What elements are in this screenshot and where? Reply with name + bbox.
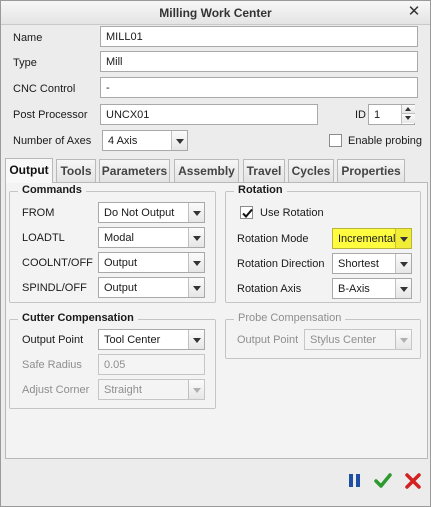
id-label: ID: [355, 109, 366, 121]
chevron-down-icon: [188, 228, 204, 247]
type-label: Type: [13, 57, 37, 69]
rotation-direction-value: Shortest: [338, 258, 379, 270]
probe-output-point-value: Stylus Center: [310, 334, 377, 346]
cnc-control-label: CNC Control: [13, 83, 76, 95]
rotation-mode-value: Incremental: [338, 233, 396, 245]
chevron-down-icon: [188, 253, 204, 272]
tab-properties[interactable]: Properties: [337, 159, 405, 182]
number-of-axes-label: Number of Axes: [13, 135, 92, 147]
cutter-output-point-value: Tool Center: [104, 334, 161, 346]
commands-group-title: Commands: [18, 184, 86, 196]
loadtl-label: LOADTL: [22, 232, 65, 244]
cutter-output-point-label: Output Point: [22, 334, 84, 346]
probe-output-point-select[interactable]: Stylus Center: [304, 329, 412, 350]
loadtl-select[interactable]: Modal: [98, 227, 205, 248]
checkmark-icon: [242, 208, 253, 218]
ok-button[interactable]: [373, 471, 393, 491]
tab-travel[interactable]: Travel: [243, 159, 285, 182]
cancel-x-icon: [405, 473, 421, 489]
chevron-down-icon: [188, 278, 204, 297]
number-of-axes-value: 4 Axis: [108, 135, 138, 147]
spindl-label: SPINDL/OFF: [22, 282, 87, 294]
rotation-group: Rotation Use Rotation Rotation Mode Incr…: [225, 184, 421, 303]
tab-parameters[interactable]: Parameters: [99, 159, 170, 182]
tab-cycles[interactable]: Cycles: [288, 159, 334, 182]
rotation-axis-value: B-Axis: [338, 283, 370, 295]
rotation-direction-select[interactable]: Shortest: [332, 253, 412, 274]
pause-button[interactable]: [345, 471, 365, 491]
dialog-title: Milling Work Center: [159, 6, 272, 20]
tab-output[interactable]: Output: [5, 158, 53, 183]
cutter-output-point-select[interactable]: Tool Center: [98, 329, 205, 350]
coolnt-select[interactable]: Output: [98, 252, 205, 273]
milling-work-center-dialog: Milling Work Center ✕ Name Type CNC Cont…: [0, 0, 431, 507]
cutter-compensation-group: Cutter Compensation Output Point Tool Ce…: [9, 312, 216, 409]
id-spinner[interactable]: 1: [368, 104, 415, 125]
post-processor-label: Post Processor: [13, 109, 88, 121]
rotation-group-title: Rotation: [234, 184, 287, 196]
cnc-control-field[interactable]: [100, 77, 418, 98]
tab-tools[interactable]: Tools: [56, 159, 96, 182]
chevron-down-icon: [188, 380, 204, 399]
spindl-select[interactable]: Output: [98, 277, 205, 298]
post-processor-field[interactable]: [100, 104, 318, 125]
name-field[interactable]: [100, 26, 418, 47]
from-value: Do Not Output: [104, 207, 175, 219]
adjust-corner-value: Straight: [104, 384, 142, 396]
safe-radius-field[interactable]: [98, 354, 205, 375]
commands-group: Commands FROM Do Not Output LOADTL Modal…: [9, 184, 216, 303]
chevron-down-icon: [188, 330, 204, 349]
chevron-down-icon: [171, 131, 187, 150]
spin-down-icon[interactable]: [402, 114, 415, 123]
cancel-button[interactable]: [403, 471, 423, 491]
from-label: FROM: [22, 207, 55, 219]
id-spinner-buttons[interactable]: [401, 105, 415, 124]
name-label: Name: [13, 32, 43, 44]
tab-assembly[interactable]: Assembly: [174, 159, 239, 182]
id-value: 1: [374, 109, 381, 121]
coolnt-label: COOLNT/OFF: [22, 257, 93, 269]
pause-icon: [349, 474, 360, 487]
loadtl-value: Modal: [104, 232, 134, 244]
chevron-down-icon: [395, 229, 411, 248]
from-select[interactable]: Do Not Output: [98, 202, 205, 223]
probe-compensation-title: Probe Compensation: [234, 312, 346, 324]
number-of-axes-select[interactable]: 4 Axis: [102, 130, 188, 151]
chevron-down-icon: [188, 203, 204, 222]
close-icon[interactable]: ✕: [406, 4, 422, 20]
chevron-down-icon: [395, 279, 411, 298]
chevron-down-icon: [395, 330, 411, 349]
cutter-compensation-title: Cutter Compensation: [18, 312, 138, 324]
coolnt-value: Output: [104, 257, 138, 269]
rotation-axis-select[interactable]: B-Axis: [332, 278, 412, 299]
rotation-mode-select[interactable]: Incremental: [332, 228, 412, 249]
chevron-down-icon: [395, 254, 411, 273]
output-tab-panel: Commands FROM Do Not Output LOADTL Modal…: [5, 182, 428, 459]
spin-up-icon[interactable]: [402, 105, 415, 114]
safe-radius-label: Safe Radius: [22, 359, 82, 371]
spindl-value: Output: [104, 282, 138, 294]
type-field[interactable]: [100, 51, 418, 72]
adjust-corner-label: Adjust Corner: [22, 384, 90, 396]
rotation-axis-label: Rotation Axis: [237, 283, 302, 295]
enable-probing-label: Enable probing: [348, 135, 423, 147]
enable-probing-checkbox[interactable]: [329, 134, 342, 147]
title-bar: Milling Work Center ✕: [1, 1, 430, 25]
rotation-direction-label: Rotation Direction: [237, 258, 325, 270]
rotation-mode-label: Rotation Mode: [237, 233, 309, 245]
use-rotation-checkbox[interactable]: [240, 206, 253, 219]
probe-output-point-label: Output Point: [237, 334, 299, 346]
checkmark-icon: [374, 473, 392, 488]
use-rotation-label: Use Rotation: [260, 207, 324, 219]
adjust-corner-select[interactable]: Straight: [98, 379, 205, 400]
probe-compensation-group: Probe Compensation Output Point Stylus C…: [225, 312, 421, 359]
